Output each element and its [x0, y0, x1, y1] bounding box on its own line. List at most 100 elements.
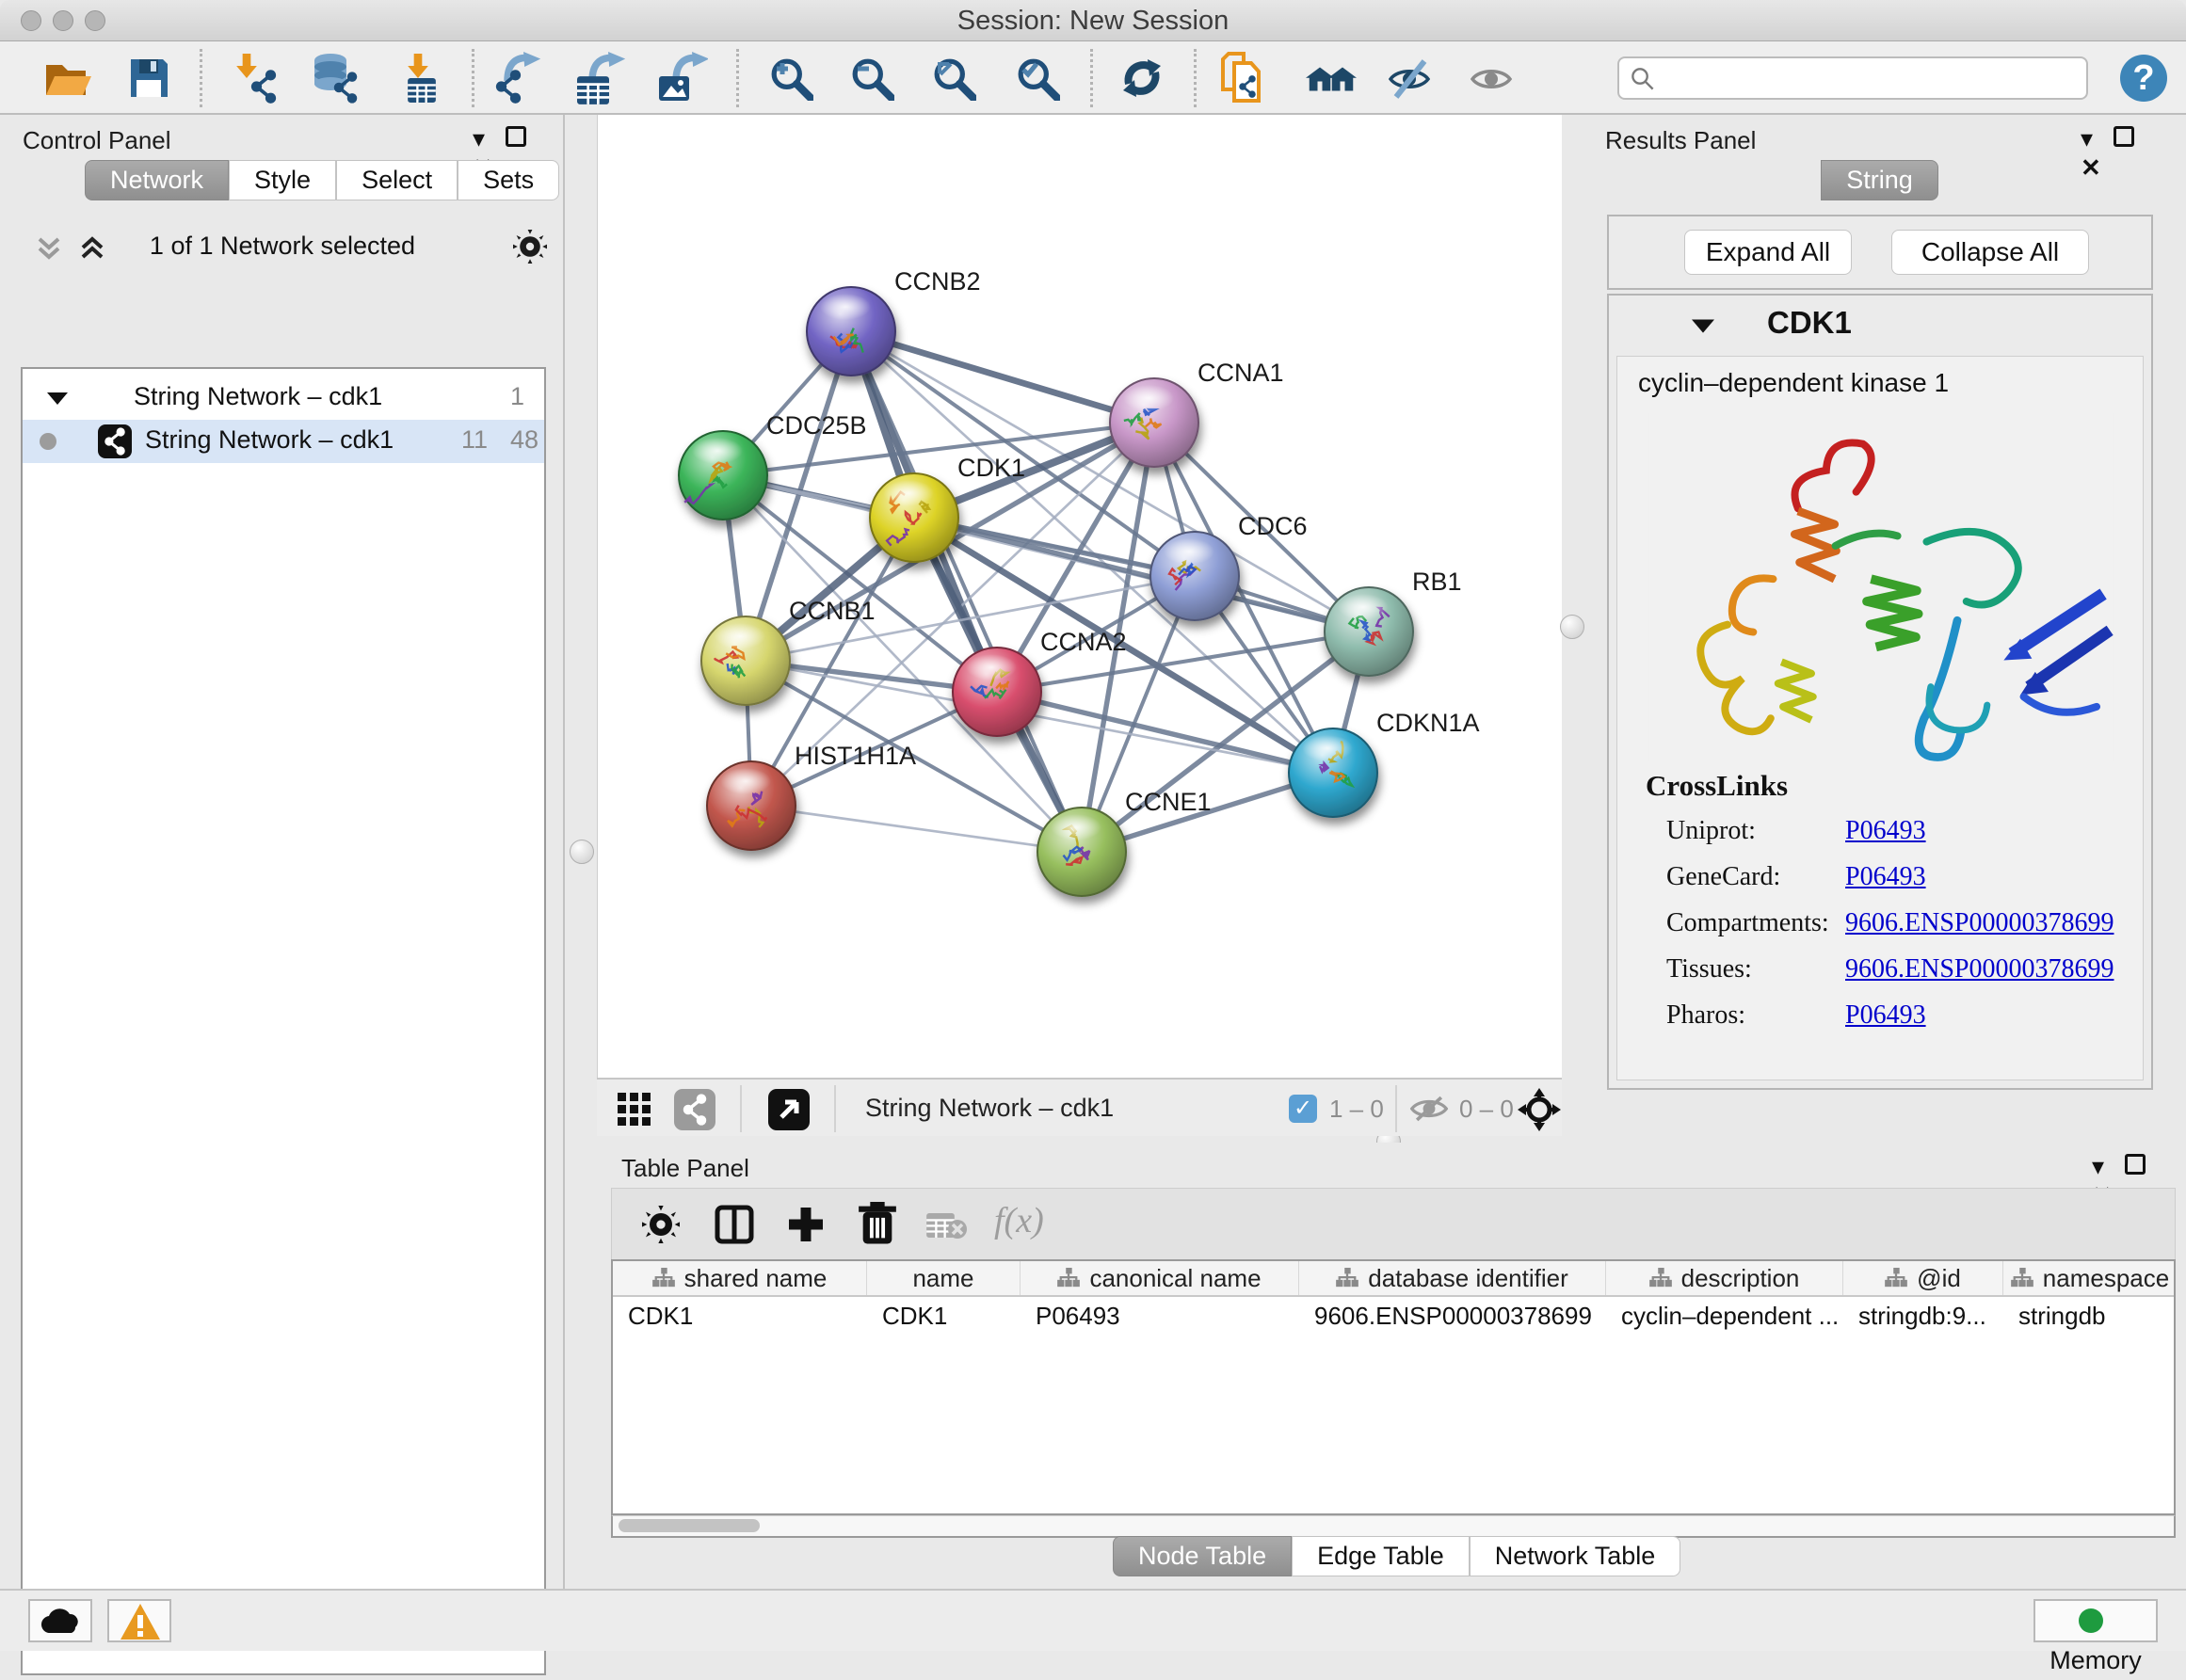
save-session-icon[interactable] [122, 52, 175, 104]
collapse-panel-icon[interactable]: ▾ [473, 124, 485, 153]
create-column-plus-icon[interactable] [785, 1204, 827, 1245]
table-horizontal-scrollbar[interactable] [611, 1515, 2176, 1538]
collapse-panel-icon[interactable]: ▾ [2081, 124, 2093, 153]
crosslink-link[interactable]: 9606.ENSP00000378699 [1845, 908, 2114, 938]
network-edge[interactable] [851, 331, 1154, 423]
crosslink-link[interactable]: P06493 [1845, 862, 1926, 892]
column-header-description[interactable]: description [1606, 1261, 1843, 1295]
import-table-icon[interactable] [394, 52, 447, 104]
table-cell[interactable]: cyclin–dependent ... [1606, 1297, 1843, 1335]
tab-string[interactable]: String [1821, 160, 1938, 200]
crosslink-link[interactable]: P06493 [1845, 816, 1926, 846]
network-column-icon [2011, 1268, 2033, 1288]
column-label: canonical name [1089, 1264, 1261, 1293]
node-label: CDC6 [1238, 512, 1308, 540]
delete-column-trash-icon[interactable] [859, 1202, 896, 1245]
network-edge[interactable] [851, 331, 1082, 852]
float-panel-icon[interactable] [506, 126, 526, 147]
zoom-out-icon[interactable] [845, 52, 898, 104]
network-node-rb1[interactable]: RB1 [1325, 568, 1462, 676]
duplicate-network-icon[interactable] [1219, 52, 1272, 104]
network-view-icon[interactable] [674, 1089, 715, 1130]
table-cell[interactable]: CDK1 [867, 1297, 1021, 1335]
selected-checkbox-icon[interactable]: ✓ [1289, 1095, 1317, 1123]
grid-view-icon[interactable] [616, 1091, 653, 1128]
column-header-name[interactable]: name [867, 1261, 1021, 1295]
table-cell[interactable]: P06493 [1021, 1297, 1299, 1335]
column-header-namespace[interactable]: namespace [2003, 1261, 2176, 1295]
tab-network[interactable]: Network [85, 160, 229, 200]
network-node-ccne1[interactable]: CCNE1 [1037, 788, 1212, 896]
collapse-panel-icon[interactable]: ▾ [2092, 1152, 2104, 1181]
fit-content-crosshair-icon[interactable] [1518, 1088, 1561, 1131]
network-options-gear-icon[interactable] [513, 230, 547, 264]
table-options-gear-icon[interactable] [642, 1206, 680, 1243]
hide-selected-eye-icon[interactable] [1385, 52, 1438, 104]
network-node-cdkn1a[interactable]: CDKN1A [1289, 709, 1480, 817]
table-cell[interactable]: stringdb:9... [1843, 1297, 2003, 1335]
warnings-button[interactable] [107, 1599, 171, 1642]
vertical-splitter-grip[interactable] [570, 840, 594, 864]
zoom-selected-icon[interactable] [1011, 52, 1064, 104]
export-image-icon[interactable] [655, 52, 708, 104]
network-node-ccna1[interactable]: CCNA1 [1110, 359, 1284, 467]
tab-edge-table[interactable]: Edge Table [1292, 1536, 1470, 1576]
tab-select[interactable]: Select [336, 160, 458, 200]
expand-all-button[interactable]: Expand All [1684, 230, 1852, 275]
table-cell[interactable]: stringdb [2003, 1297, 2176, 1335]
right-splitter-grip[interactable] [1560, 615, 1584, 639]
birds-eye-view-icon[interactable] [768, 1089, 810, 1130]
section-expander-icon[interactable] [1692, 316, 1714, 335]
crosslink-label: Uniprot: [1666, 816, 1845, 846]
table-cell[interactable]: 9606.ENSP00000378699 [1299, 1297, 1606, 1335]
node-count: 11 [461, 425, 488, 455]
zoom-in-icon[interactable] [764, 52, 817, 104]
tab-network-table[interactable]: Network Table [1470, 1536, 1681, 1576]
search-input[interactable] [1664, 60, 2079, 96]
column-header-shared-name[interactable]: shared name [613, 1261, 867, 1295]
homes-icon[interactable] [1304, 52, 1357, 104]
crosslink-link[interactable]: 9606.ENSP00000378699 [1845, 954, 2114, 984]
export-network-icon[interactable] [490, 52, 543, 104]
export-table-icon[interactable] [573, 52, 626, 104]
scrollbar-thumb[interactable] [619, 1519, 760, 1532]
tab-node-table[interactable]: Node Table [1113, 1536, 1292, 1576]
network-node-cdk1[interactable]: CDK1 [870, 454, 1025, 562]
network-canvas[interactable]: CCNB2CCNA1CDC25BCDK1CDC6RB1CCNB1CCNA2CDK… [597, 115, 1562, 1078]
control-panel: Control Panel ▾✕ NetworkStyleSelectSets … [0, 115, 565, 1589]
column-header--id[interactable]: @id [1843, 1261, 2003, 1295]
node-table: shared namename canonical name database id… [611, 1259, 2176, 1515]
cloud-button[interactable] [28, 1599, 92, 1642]
tree-expander-icon[interactable] [47, 390, 68, 407]
show-columns-icon[interactable] [714, 1204, 755, 1245]
search-box [1617, 56, 2088, 100]
import-network-database-icon[interactable] [308, 52, 361, 104]
table-panel-title: Table Panel [621, 1154, 749, 1182]
network-column-icon [1057, 1268, 1080, 1288]
column-header-database-identifier[interactable]: database identifier [1299, 1261, 1606, 1295]
network-edges [723, 331, 1369, 852]
show-eye-icon[interactable] [1467, 52, 1519, 104]
help-button[interactable]: ? [2120, 55, 2167, 102]
collapse-all-button[interactable]: Collapse All [1891, 230, 2089, 275]
import-network-icon[interactable] [229, 52, 281, 104]
crosslink-link[interactable]: P06493 [1845, 1000, 1926, 1031]
table-row[interactable]: CDK1CDK1P064939606.ENSP00000378699cyclin… [613, 1297, 2174, 1335]
network-collection-row[interactable]: String Network – cdk1 1 [23, 376, 544, 420]
open-session-icon[interactable] [40, 52, 92, 104]
network-edge[interactable] [751, 806, 1082, 852]
float-panel-icon[interactable] [2114, 126, 2134, 147]
network-row[interactable]: String Network – cdk1 11 48 [23, 420, 544, 463]
network-node-hist1h1a[interactable]: HIST1H1A [707, 742, 916, 850]
table-cell[interactable]: CDK1 [613, 1297, 867, 1335]
float-panel-icon[interactable] [2125, 1154, 2146, 1175]
memory-button[interactable]: Memory [2033, 1599, 2158, 1642]
tab-style[interactable]: Style [229, 160, 336, 200]
main-toolbar: ? [0, 41, 2186, 115]
refresh-icon[interactable] [1116, 52, 1168, 104]
column-label: database identifier [1368, 1264, 1567, 1293]
column-header-canonical-name[interactable]: canonical name [1021, 1261, 1299, 1295]
tab-sets[interactable]: Sets [458, 160, 559, 200]
network-node-ccnb1[interactable]: CCNB1 [701, 597, 876, 705]
zoom-fit-icon[interactable] [927, 52, 980, 104]
